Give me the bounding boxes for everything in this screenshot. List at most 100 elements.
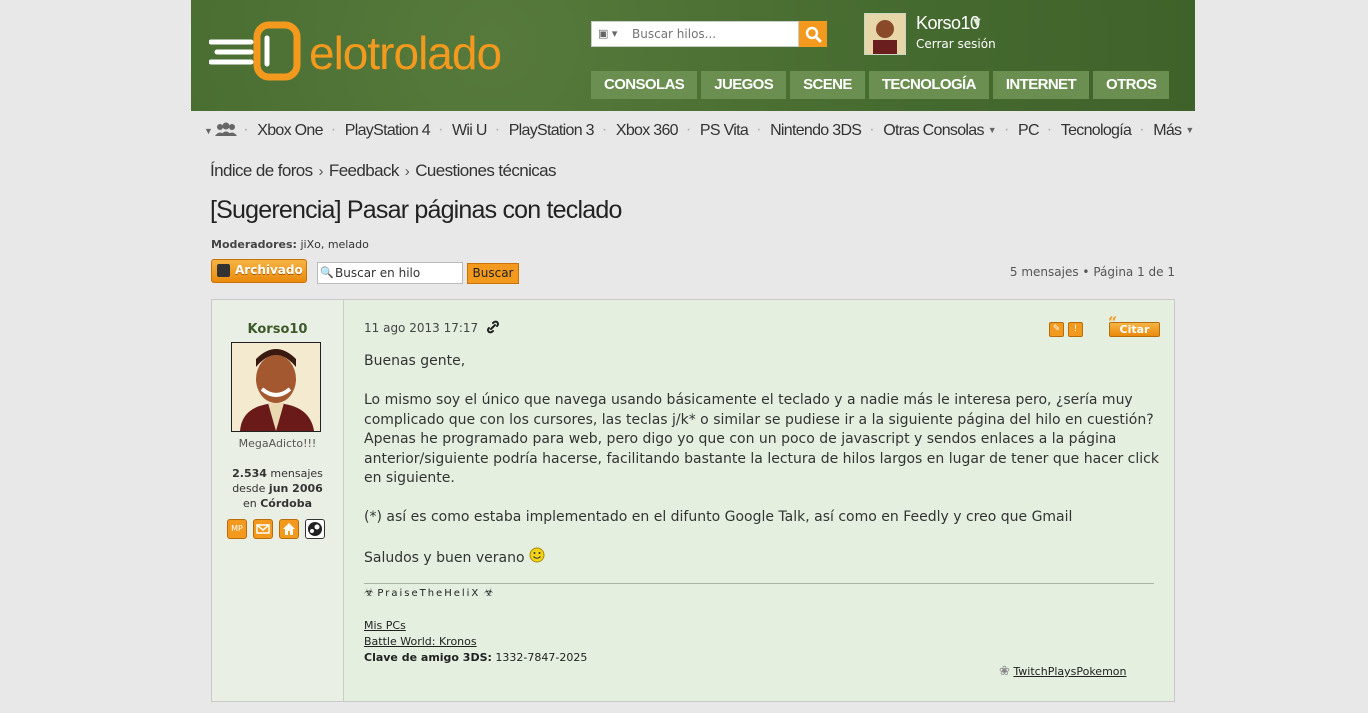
platform-mas[interactable]: Más▼ [1139,121,1204,140]
post-date-text: 11 ago 2013 17:17 [364,321,479,335]
platform-ps-vita[interactable]: PS Vita [686,121,759,140]
private-message-icon[interactable]: MP [227,519,247,539]
home-icon[interactable] [279,519,299,539]
user-avatar[interactable] [864,13,906,55]
tpp-link-label: TwitchPlaysPokemon [1013,665,1127,678]
thread-search-input[interactable] [335,265,460,281]
contact-icons: MP [227,519,325,539]
friend-code: 1332-7847-2025 [495,651,588,664]
page-title[interactable]: [Sugerencia] Pasar páginas con teclado [210,196,622,225]
platform-tecnologia[interactable]: Tecnología [1047,121,1142,140]
top-nav-scene[interactable]: SCENE [790,71,865,99]
avatar-image [865,14,905,54]
author-stats: 2.534 mensajes desde jun 2006 en Córdoba [212,466,343,511]
archived-button[interactable]: Archivado [211,259,307,283]
floppy-icon [217,264,230,277]
signature-link-battle-world[interactable]: Battle World: Kronos [364,635,477,648]
top-nav-consolas[interactable]: CONSOLAS [591,71,698,99]
platform-playstation-3[interactable]: PlayStation 3 [495,121,605,140]
pokemon-icon: ❀ [999,664,1010,679]
permalink-icon[interactable] [486,320,500,334]
post-paragraph: (*) así es como estaba implementado en e… [364,509,1073,525]
top-nav-otros[interactable]: OTROS [1093,71,1170,99]
post-actions: ✎ ! “Citar [1049,315,1160,337]
thread-search-box: ▣ ▾ [591,21,799,47]
search-icon: 🔍 [320,266,334,279]
avatar-image [232,343,320,431]
author-avatar[interactable] [231,342,321,432]
post-paragraph-closing: Saludos y buen verano [364,547,1159,569]
author-location: Córdoba [260,497,313,510]
friend-code-label: Clave de amigo 3DS: [364,651,492,664]
breadcrumb-cuestiones-tecnicas[interactable]: Cuestiones técnicas [415,161,556,180]
chevron-down-icon: ▼ [1185,125,1194,135]
platform-pc[interactable]: PC [1004,121,1050,140]
since-label: desde [232,482,266,495]
moderators-label: Moderadores: [211,238,297,251]
quote-icon: “ [1108,313,1118,332]
site-logo[interactable]: elotrolado [209,18,554,88]
thread-search-button[interactable]: Buscar [467,263,519,284]
platform-nintendo-3ds[interactable]: Nintendo 3DS [756,121,872,140]
platform-mas-label: Más [1153,122,1182,139]
moderators-list[interactable]: jiXo, melado [300,238,368,251]
archived-label: Archivado [235,263,303,277]
user-name[interactable]: Korso10 [916,13,980,34]
quote-label: Citar [1119,323,1150,336]
signature-motto: ☣ PraiseTheHeliX ☣ [364,586,494,599]
logout-link[interactable]: Cerrar sesión [916,37,996,51]
breadcrumb: Índice de foros › Feedback › Cuestiones técn… [210,161,557,181]
platform-playstation-4[interactable]: PlayStation 4 [331,121,441,140]
chevron-down-icon: ▼ [204,125,213,136]
signature-link-mis-pcs[interactable]: Mis PCs [364,619,406,632]
quote-button[interactable]: “Citar [1108,315,1160,337]
post-author[interactable]: Korso10 [212,322,343,337]
platform-xbox-360[interactable]: Xbox 360 [602,121,689,140]
breadcrumb-forum-index[interactable]: Índice de foros [210,161,313,180]
logo-text: elotrolado [309,27,501,79]
search-scope-select[interactable]: ▣ ▾ [598,27,630,43]
edit-icon[interactable]: ✎ [1049,322,1064,337]
search-icon [805,26,822,43]
platform-wii-u[interactable]: Wii U [438,121,498,140]
moderators: Moderadores: jiXo, melado [211,238,369,251]
platform-otras-consolas[interactable]: Otras Consolas▼ [869,121,1007,140]
chevron-right-icon: › [318,163,324,180]
chevron-down-icon[interactable]: ▼ [973,17,981,28]
top-nav-internet[interactable]: INTERNET [992,71,1090,99]
location-label: en [242,497,257,510]
signature-motto-text: PraiseTheHeliX [377,588,481,599]
report-icon[interactable]: ! [1068,322,1083,337]
messages-label: mensajes [270,467,323,480]
post-date: 11 ago 2013 17:17 [364,320,500,335]
search-input[interactable] [632,25,792,43]
pagination-info: 5 mensajes • Página 1 de 1 [1009,265,1175,279]
page-wrapper: elotrolado ▣ ▾ Korso10 ▼ Cerrar sesión C… [191,0,1195,713]
breadcrumb-feedback[interactable]: Feedback [329,161,399,180]
top-nav: CONSOLAS JUEGOS SCENE TECNOLOGÍA INTERNE… [591,71,1170,99]
tpp-link[interactable]: ❀ TwitchPlaysPokemon [999,664,1127,679]
top-nav-juegos[interactable]: JUEGOS [701,71,787,99]
platform-nav: ▼ Xbox One PlayStation 4 Wii U PlayStati… [191,112,1195,150]
chevron-right-icon: › [404,163,410,180]
users-icon [215,122,238,136]
top-nav-tecnologia[interactable]: TECNOLOGÍA [868,71,989,99]
signature-links: Mis PCs Battle World: Kronos Clave de am… [364,618,587,666]
post: Korso10 MegaAdicto!!! 2.534 mensajes des… [211,299,1175,702]
site-header: elotrolado ▣ ▾ Korso10 ▼ Cerrar sesión C… [191,0,1195,111]
community-menu-button[interactable]: ▼ [191,122,246,141]
author-rank: MegaAdicto!!! [238,437,317,450]
helix-icon: ☣ [483,586,494,599]
post-profile: Korso10 MegaAdicto!!! 2.534 mensajes des… [212,300,344,701]
chevron-down-icon: ▼ [987,125,997,135]
email-icon[interactable] [253,519,273,539]
platform-xbox-one[interactable]: Xbox One [243,121,334,140]
smiley-icon [529,547,545,563]
thread-search-field: 🔍 [317,262,463,284]
member-since: jun 2006 [268,482,323,495]
search-button[interactable] [799,21,827,47]
steam-icon[interactable] [305,519,325,539]
signature-divider [364,583,1154,584]
post-paragraph: Buenas gente, [364,353,466,369]
post-paragraph: Saludos y buen verano [364,550,525,566]
